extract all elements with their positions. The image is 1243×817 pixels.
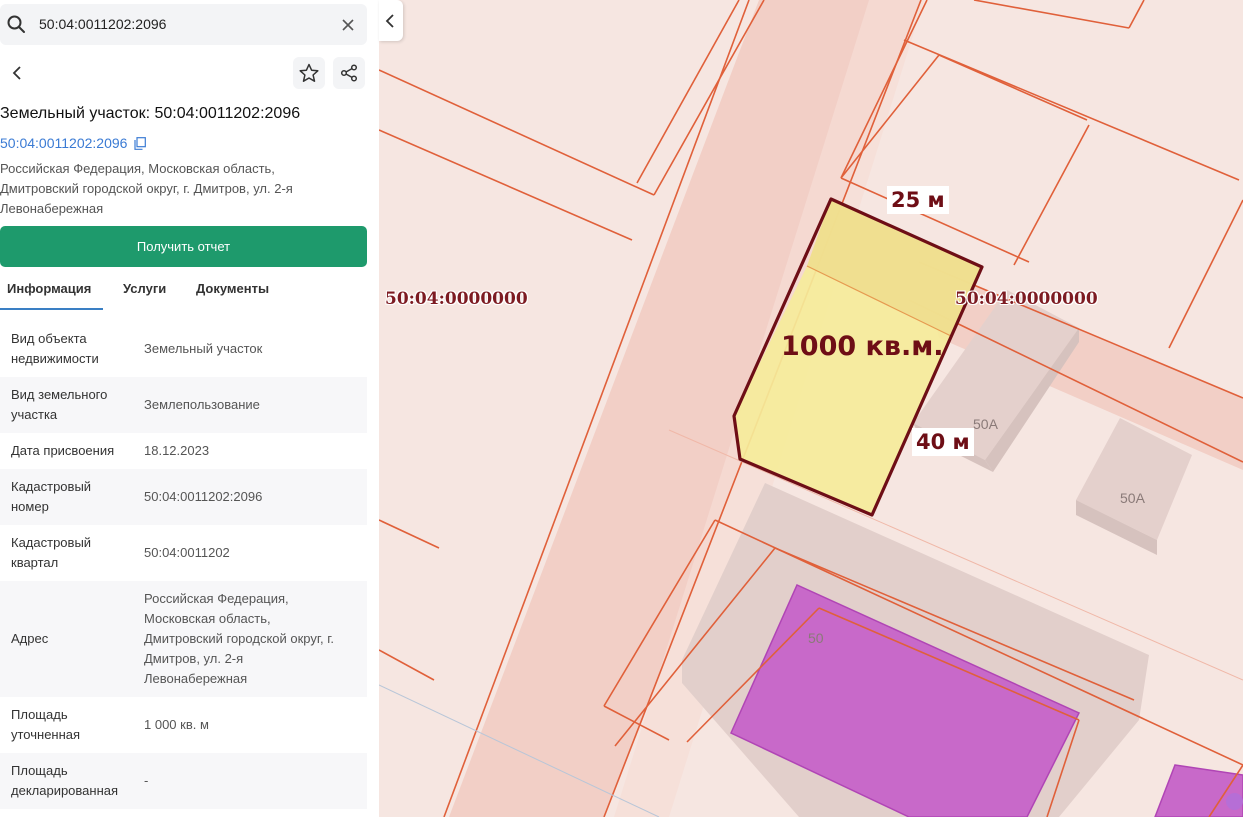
info-row: Площадь уточненная 1 000 кв. м [0, 697, 367, 753]
info-label-line: Площадь [11, 707, 68, 722]
info-label: Площадь декларированная [11, 761, 136, 801]
tab-services[interactable]: Услуги [123, 278, 166, 310]
back-button[interactable] [2, 57, 34, 89]
map-widget-icon[interactable] [1226, 793, 1243, 810]
copy-icon[interactable] [134, 137, 146, 150]
info-value: - [144, 771, 362, 791]
object-address: Российская Федерация, Московская область… [0, 159, 345, 219]
building-purple-corner [1154, 764, 1243, 817]
info-label: Кадастровый номер [11, 477, 136, 517]
parcel-area-label: 1000 кв.м. [781, 331, 944, 362]
info-label-line: участка [11, 407, 58, 422]
info-row: Вид объекта недвижимости Земельный участок [0, 321, 367, 377]
info-label-line: Кадастровый [11, 479, 92, 494]
info-row: Дата присвоения 18.12.2023 [0, 433, 367, 469]
info-row: Кадастровый квартал 50:04:0011202 [0, 525, 367, 581]
info-label: Адрес [11, 629, 136, 649]
info-label-line: Вид земельного [11, 387, 108, 402]
cadastral-map[interactable]: 50:04:0000000 50:04:0000000 25 м 40 м 10… [379, 0, 1243, 817]
info-label-line: Адрес [11, 631, 49, 646]
info-label: Вид объекта недвижимости [11, 329, 136, 369]
info-value-line: Левонабережная [144, 671, 248, 686]
info-value: Российская Федерация, Московская область,… [144, 589, 362, 689]
info-table: Вид объекта недвижимости Земельный участок… [0, 321, 367, 809]
map-canvas [379, 0, 1243, 817]
share-icon [340, 64, 358, 82]
search-bar[interactable]: 50:04:0011202:2096 [0, 4, 367, 45]
info-label-line: Кадастровый [11, 535, 92, 550]
info-value-line: Дмитров, ул. 2-я [144, 651, 244, 666]
info-label-line: номер [11, 499, 49, 514]
info-value: 50:04:0011202 [144, 543, 362, 563]
info-value-line: 50:04:0011202:2096 [144, 489, 263, 504]
info-label: Дата присвоения [11, 441, 136, 461]
building-number-label: 50А [1120, 490, 1145, 506]
object-title: Земельный участок: 50:04:0011202:2096 [0, 105, 301, 122]
info-value: 18.12.2023 [144, 441, 362, 461]
address-line: Дмитровский городской округ, г. Дмитров,… [0, 181, 293, 196]
info-label: Вид земельного участка [11, 385, 136, 425]
info-row: Вид земельного участка Землепользование [0, 377, 367, 433]
cadastral-quarter-label-right: 50:04:0000000 [955, 289, 1098, 309]
chevron-left-icon [12, 66, 21, 80]
info-value-line: Землепользование [144, 397, 260, 412]
info-value-line: 18.12.2023 [144, 443, 210, 458]
info-label-line: уточненная [11, 727, 81, 742]
building-number-label: 50 [808, 630, 824, 646]
search-icon [7, 15, 25, 33]
object-toolbar [0, 57, 367, 91]
info-value-line: Земельный участок [144, 341, 263, 356]
info-value: Земельный участок [144, 339, 362, 359]
info-value-line: Российская Федерация, [144, 591, 289, 606]
info-row: Адрес Российская Федерация, Московская обл… [0, 581, 367, 697]
info-label-line: Площадь [11, 763, 68, 778]
chevron-left-icon [385, 13, 394, 28]
share-button[interactable] [333, 57, 365, 89]
search-input[interactable]: 50:04:0011202:2096 [39, 16, 166, 32]
info-value-line: Дмитровский городской округ, г. [144, 631, 335, 646]
info-value: 1 000 кв. м [144, 715, 362, 735]
dimension-label-side: 40 м [912, 428, 974, 456]
cadastral-quarter-label-left: 50:04:0000000 [385, 289, 528, 309]
building-number-label: 50А [973, 416, 998, 432]
info-label-line: Дата присвоения [11, 443, 115, 458]
cadastral-number-link[interactable]: 50:04:0011202:2096 [0, 135, 127, 151]
info-value-line: - [144, 773, 149, 788]
info-label: Кадастровый квартал [11, 533, 136, 573]
info-value: 50:04:0011202:2096 [144, 487, 362, 507]
dimension-label-top: 25 м [887, 186, 949, 214]
info-row: Площадь декларированная - [0, 753, 367, 809]
favorite-button[interactable] [293, 57, 325, 89]
info-row: Кадастровый номер 50:04:0011202:2096 [0, 469, 367, 525]
info-value-line: 1 000 кв. м [144, 717, 209, 732]
info-label: Площадь уточненная [11, 705, 136, 745]
info-label-line: декларированная [11, 783, 119, 798]
info-label-line: квартал [11, 555, 59, 570]
info-label-line: Вид объекта [11, 331, 87, 346]
star-icon [299, 63, 319, 82]
close-icon[interactable] [341, 18, 355, 32]
address-line: Левонабережная [0, 201, 104, 216]
info-value: Землепользование [144, 395, 362, 415]
get-report-button[interactable]: Получить отчет [0, 226, 367, 267]
info-sidebar: 50:04:0011202:2096 Земельный участок: 50… [0, 0, 379, 817]
tab-documents[interactable]: Документы [196, 278, 269, 310]
collapse-sidebar-button[interactable] [379, 0, 403, 41]
address-line: Российская Федерация, Московская область… [0, 161, 275, 176]
info-value-line: 50:04:0011202 [144, 545, 230, 560]
active-tab-indicator [0, 308, 103, 310]
tab-bar: Информация Услуги Документы [0, 278, 367, 310]
info-label-line: недвижимости [11, 351, 99, 366]
info-value-line: Московская область, [144, 611, 271, 626]
tab-information[interactable]: Информация [7, 278, 91, 310]
